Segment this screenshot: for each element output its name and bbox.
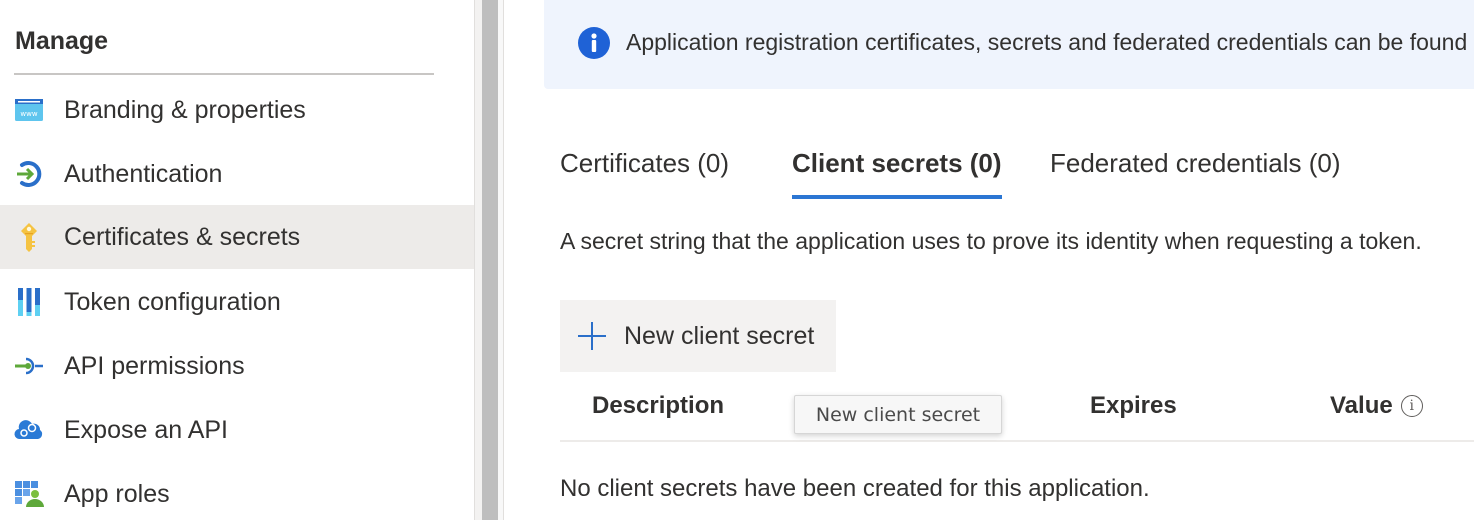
sidebar-divider <box>14 73 434 75</box>
secrets-table-header: Description Expires Value i <box>560 380 1474 442</box>
pane-resize-handle[interactable] <box>482 0 498 520</box>
www-window-icon: www <box>14 95 44 125</box>
sidebar-item-label: App roles <box>64 479 170 508</box>
sidebar-item-authentication[interactable]: Authentication <box>0 142 474 206</box>
tab-client-secrets[interactable]: Client secrets (0) <box>792 148 1002 200</box>
sidebar-item-label: Branding & properties <box>64 95 306 124</box>
cloud-gears-icon <box>14 415 44 445</box>
sidebar-item-label: API permissions <box>64 351 245 380</box>
grid-user-icon <box>14 479 44 509</box>
app-root: Manage www Branding & properties Authent… <box>0 0 1474 520</box>
sidebar-item-label: Authentication <box>64 159 223 188</box>
sidebar-item-api-permissions[interactable]: API permissions <box>0 334 474 398</box>
api-connector-icon <box>14 351 44 381</box>
empty-state-message: No client secrets have been created for … <box>560 475 1150 502</box>
client-secrets-description: A secret string that the application use… <box>560 228 1422 254</box>
sidebar-item-token-configuration[interactable]: Token configuration <box>0 270 474 334</box>
column-header-description[interactable]: Description <box>592 392 724 420</box>
column-header-value[interactable]: Value i <box>1330 392 1423 420</box>
sign-in-arrow-icon <box>14 159 44 189</box>
new-client-secret-button[interactable]: New client secret <box>560 300 836 372</box>
tooltip: New client secret <box>794 395 1002 434</box>
info-banner-text: Application registration certificates, s… <box>626 29 1474 55</box>
svg-text:www: www <box>20 110 37 118</box>
new-client-secret-label: New client secret <box>624 321 815 350</box>
active-tab-indicator <box>792 195 1002 199</box>
sidebar-item-label: Token configuration <box>64 287 281 316</box>
tab-certificates[interactable]: Certificates (0) <box>560 148 729 200</box>
token-bars-icon <box>14 287 44 317</box>
sidebar-item-label: Certificates & secrets <box>64 222 301 251</box>
info-circle-icon[interactable]: i <box>1400 395 1423 417</box>
sidebar-item-app-roles[interactable]: App roles <box>0 462 474 520</box>
main-content: Application registration certificates, s… <box>504 0 1474 520</box>
splitter-edge <box>474 0 482 520</box>
tab-label: Federated credentials (0) <box>1050 148 1341 178</box>
sidebar-item-expose-api[interactable]: Expose an API <box>0 398 474 462</box>
sidebar: Manage www Branding & properties Authent… <box>0 0 474 520</box>
tab-label: Certificates (0) <box>560 148 730 178</box>
tab-federated-credentials[interactable]: Federated credentials (0) <box>1050 148 1340 200</box>
sidebar-item-certificates-secrets[interactable]: Certificates & secrets <box>0 205 474 269</box>
key-icon <box>14 222 44 252</box>
plus-icon <box>576 320 608 352</box>
info-icon <box>578 26 610 59</box>
sidebar-item-label: Expose an API <box>64 415 229 444</box>
info-banner: Application registration certificates, s… <box>544 0 1474 89</box>
tab-label: Client secrets (0) <box>792 148 1002 178</box>
sidebar-item-branding[interactable]: www Branding & properties <box>0 78 474 142</box>
column-header-expires[interactable]: Expires <box>1090 392 1177 420</box>
sidebar-section-title: Manage <box>15 27 109 55</box>
